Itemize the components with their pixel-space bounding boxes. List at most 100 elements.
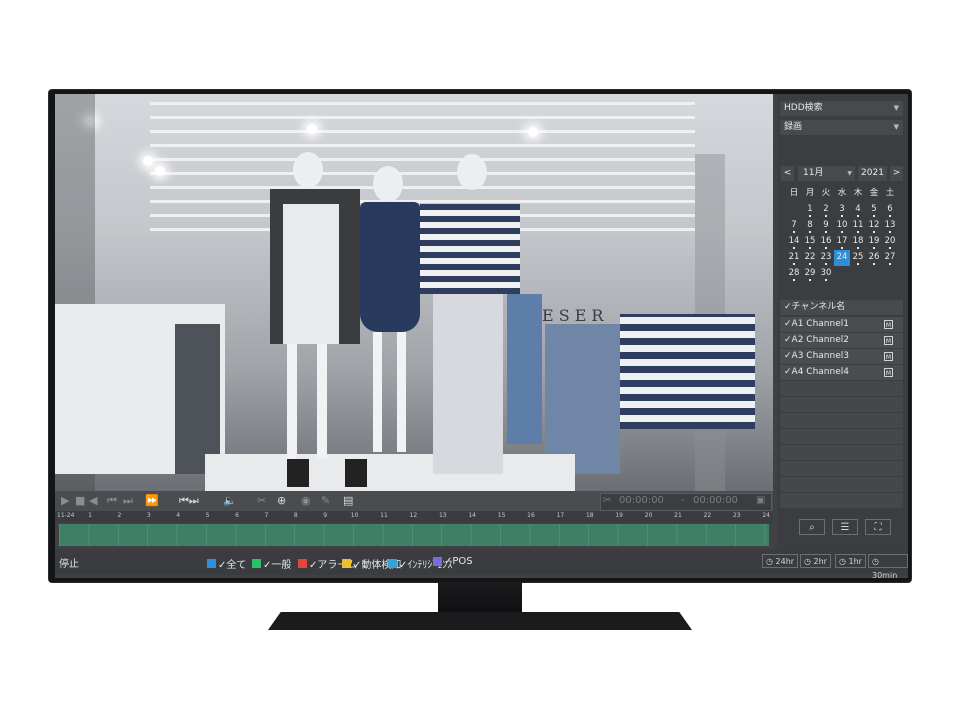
timeline-track[interactable] — [59, 524, 769, 546]
clip-icon[interactable]: ✂ — [257, 494, 266, 508]
weekday-label: 月 — [805, 188, 815, 198]
calendar-day[interactable]: 25 — [850, 250, 866, 266]
calendar-day[interactable]: 29 — [802, 266, 818, 282]
calendar-day[interactable]: 2 — [818, 202, 834, 218]
search-type-value: HDD検索 — [784, 103, 823, 113]
calendar-day[interactable]: 15 — [802, 234, 818, 250]
calendar-day[interactable]: 20 — [882, 234, 898, 250]
ceiling-light — [143, 156, 153, 166]
calendar-day[interactable]: 13 — [882, 218, 898, 234]
timeline-zoom-button[interactable]: ◷ 1hr — [835, 554, 866, 568]
calendar-day[interactable]: 28 — [786, 266, 802, 282]
timeline-hour-label: 2 — [117, 512, 122, 519]
file-list-icon[interactable]: ☰ — [832, 519, 858, 535]
legend-item[interactable]: ✓POS — [433, 556, 473, 567]
calendar-blank — [866, 266, 882, 282]
legend-item[interactable]: ✓一般 — [252, 556, 291, 571]
step-forward-icon[interactable]: ⏭ — [123, 494, 133, 508]
legend-label: ✓全て — [218, 560, 247, 571]
calendar-day[interactable]: 27 — [882, 250, 898, 266]
backup-icon[interactable]: ▤ — [343, 494, 353, 508]
channel-item[interactable]: ✓A2 Channel2 M — [780, 333, 903, 348]
step-back-icon[interactable]: ⏮ — [107, 494, 117, 508]
timeline-hour-label: 1 — [88, 512, 92, 519]
month-dropdown[interactable]: 11月 ▼ — [798, 166, 855, 181]
calendar-day[interactable]: 8 — [802, 218, 818, 234]
stop-icon[interactable]: ■ — [75, 494, 85, 508]
main-stream-badge[interactable]: M — [884, 368, 893, 377]
legend-swatch — [388, 559, 397, 568]
timeline-hour-label: 24 — [762, 512, 771, 519]
mannequin-striped-top — [420, 204, 520, 294]
calendar-day[interactable]: 14 — [786, 234, 802, 250]
timeline-hour-label: 6 — [235, 512, 239, 519]
calendar-day[interactable]: 23 — [818, 250, 834, 266]
calendar-day[interactable]: 16 — [818, 234, 834, 250]
channel-header[interactable]: ✓チャンネル名 — [780, 300, 903, 315]
calendar-grid: 日月火水木金土 1 2 3 4 5 6 7 8 9 10 11 12 13 14 15 16 17 18 19 20 21… — [786, 186, 901, 282]
calendar-day[interactable]: 30 — [818, 266, 834, 282]
calendar-day[interactable]: 7 — [786, 218, 802, 234]
clip-end-time[interactable]: 00:00:00 — [693, 495, 738, 506]
timeline-zoom-button[interactable]: ◷ 24hr — [762, 554, 799, 568]
main-stream-badge[interactable]: M — [884, 320, 893, 329]
channel-item[interactable]: ✓A1 Channel1 M — [780, 317, 903, 332]
smart-search-icon[interactable]: ⌕ — [799, 519, 825, 535]
calendar-day[interactable]: 19 — [866, 234, 882, 250]
search-type-dropdown[interactable]: HDD検索 ▼ — [780, 101, 903, 116]
calendar-day[interactable]: 3 — [834, 202, 850, 218]
calendar-day[interactable]: 17 — [834, 234, 850, 250]
calendar-day[interactable]: 1 — [802, 202, 818, 218]
calendar-day[interactable]: 5 — [866, 202, 882, 218]
prev-month-button[interactable]: < — [781, 166, 794, 181]
play-icon[interactable]: ▶ — [61, 494, 69, 508]
calendar-day[interactable]: 4 — [850, 202, 866, 218]
calendar-day[interactable]: 12 — [866, 218, 882, 234]
snapshot-icon[interactable]: ◉ — [301, 494, 311, 508]
calendar-day[interactable]: 26 — [866, 250, 882, 266]
channel-item[interactable]: ✓A4 Channel4 M — [780, 365, 903, 380]
prev-next-file-icon[interactable]: ⏮⏭ — [179, 494, 199, 508]
denim-rack — [545, 324, 620, 474]
timeline-hour-label: 9 — [323, 512, 328, 519]
clip-start-time[interactable]: 00:00:00 — [619, 495, 664, 506]
timeline-hour-label: 13 — [438, 512, 447, 519]
save-icon[interactable]: ▣ — [756, 495, 765, 506]
calendar-nav: < 11月 ▼ 2021 > — [781, 166, 904, 181]
record-type-dropdown[interactable]: 録画 ▼ — [780, 120, 903, 135]
reverse-icon[interactable]: ◀ — [89, 494, 97, 508]
main-stream-badge[interactable]: M — [884, 336, 893, 345]
timeline-hour-label: 19 — [615, 512, 624, 519]
legend-item[interactable]: ✓全て — [207, 556, 246, 571]
slow-icon[interactable]: ⏩ — [145, 494, 159, 508]
calendar-day[interactable]: 9 — [818, 218, 834, 234]
calendar-day[interactable]: 6 — [882, 202, 898, 218]
fullscreen-icon[interactable]: ⛶ — [865, 519, 891, 535]
monitor-neck — [438, 582, 522, 614]
timeline-hour-label: 8 — [293, 512, 298, 519]
main-stream-badge[interactable]: M — [884, 352, 893, 361]
tag-icon[interactable]: ✎ — [321, 494, 330, 508]
ceiling-stripe — [150, 144, 695, 147]
weekday-label: 水 — [837, 188, 847, 198]
clip-time-range[interactable]: ✂ 00:00:00 - 00:00:00 ▣ — [600, 493, 772, 511]
display-platform — [205, 454, 575, 491]
timeline-hour-label: 17 — [556, 512, 565, 519]
calendar-day[interactable]: 11 — [850, 218, 866, 234]
legend-label: ✓一般 — [263, 560, 292, 571]
year-field[interactable]: 2021 — [858, 166, 887, 181]
calendar-day[interactable]: 21 — [786, 250, 802, 266]
video-playback[interactable]: RESER — [55, 94, 773, 491]
mannequin-boot — [287, 459, 309, 487]
channel-item[interactable]: ✓A3 Channel3 M — [780, 349, 903, 364]
volume-icon[interactable]: 🔈 — [223, 494, 237, 508]
timeline-zoom-button[interactable]: ◷ 30min — [868, 554, 908, 578]
next-month-button[interactable]: > — [890, 166, 903, 181]
timeline-zoom-button[interactable]: ◷ 2hr — [800, 554, 831, 568]
ceiling-stripe — [150, 158, 695, 161]
calendar-day[interactable]: 18 — [850, 234, 866, 250]
calendar-day[interactable]: 22 — [802, 250, 818, 266]
calendar-day[interactable]: 24 — [834, 250, 850, 266]
calendar-day[interactable]: 10 — [834, 218, 850, 234]
zoom-icon[interactable]: ⊕ — [277, 494, 286, 508]
